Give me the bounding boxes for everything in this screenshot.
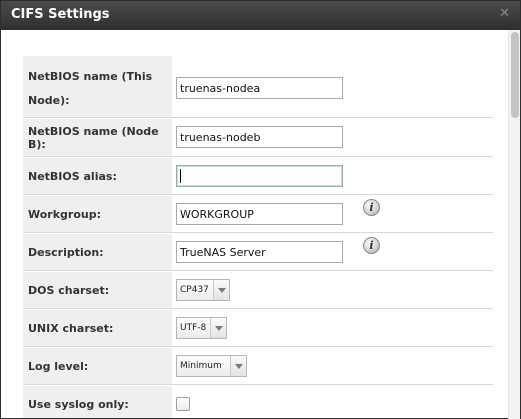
dialog-content: NetBIOS name (This Node): NetBIOS name (…	[1, 30, 508, 418]
chevron-down-icon[interactable]	[230, 356, 246, 376]
row-divider	[23, 346, 493, 347]
chevron-down-icon[interactable]	[213, 280, 229, 300]
row-dos-charset: DOS charset: CP437	[23, 272, 493, 308]
unix-charset-value: UTF-8	[180, 323, 207, 333]
netbios-alias-input[interactable]	[176, 165, 343, 187]
netbios-name-input[interactable]	[176, 77, 343, 99]
netbios-alias-label: NetBIOS alias:	[23, 158, 172, 194]
text-caret	[180, 169, 181, 183]
row-unix-charset: UNIX charset: UTF-8	[23, 310, 493, 346]
description-input[interactable]	[176, 241, 343, 263]
use-syslog-checkbox[interactable]	[176, 397, 190, 411]
dos-charset-label: DOS charset:	[23, 272, 172, 308]
scrollbar-thumb[interactable]	[511, 32, 519, 118]
netbios-name-b-input[interactable]	[176, 126, 343, 148]
chevron-down-icon[interactable]	[210, 318, 226, 338]
dos-charset-value: CP437	[180, 285, 209, 295]
vertical-scrollbar[interactable]	[508, 30, 520, 419]
row-divider	[23, 308, 493, 309]
dos-charset-select[interactable]: CP437	[176, 279, 230, 301]
row-divider	[23, 117, 493, 118]
dialog-titlebar[interactable]: CIFS Settings ✕	[1, 1, 520, 30]
row-divider	[23, 232, 493, 233]
workgroup-input[interactable]	[176, 203, 343, 225]
unix-charset-label: UNIX charset:	[23, 310, 172, 346]
row-netbios-name-b: NetBIOS name (Node B):	[23, 119, 493, 156]
info-icon[interactable]: i	[363, 199, 380, 216]
row-log-level: Log level: Minimum	[23, 348, 493, 384]
row-divider	[23, 270, 493, 271]
row-description: Description: i	[23, 234, 493, 270]
row-netbios-alias: NetBIOS alias:	[23, 158, 493, 194]
workgroup-label: Workgroup:	[23, 196, 172, 232]
row-divider	[23, 156, 493, 157]
use-syslog-label: Use syslog only:	[23, 386, 172, 418]
log-level-value: Minimum	[180, 361, 222, 371]
netbios-name-label: NetBIOS name (This Node):	[23, 56, 172, 117]
row-divider	[23, 194, 493, 195]
unix-charset-select[interactable]: UTF-8	[176, 317, 227, 339]
row-use-syslog: Use syslog only:	[23, 386, 493, 418]
cifs-settings-dialog: CIFS Settings ✕ NetBIOS name (This Node)…	[0, 0, 521, 419]
netbios-name-b-label: NetBIOS name (Node B):	[23, 119, 172, 156]
description-label: Description:	[23, 234, 172, 270]
info-icon[interactable]: i	[363, 237, 380, 254]
close-icon[interactable]: ✕	[499, 6, 510, 22]
dialog-title: CIFS Settings	[11, 7, 110, 22]
row-divider	[23, 384, 493, 385]
row-netbios-name: NetBIOS name (This Node):	[23, 56, 493, 117]
row-workgroup: Workgroup: i	[23, 196, 493, 232]
log-level-select[interactable]: Minimum	[176, 355, 247, 377]
log-level-label: Log level:	[23, 348, 172, 384]
